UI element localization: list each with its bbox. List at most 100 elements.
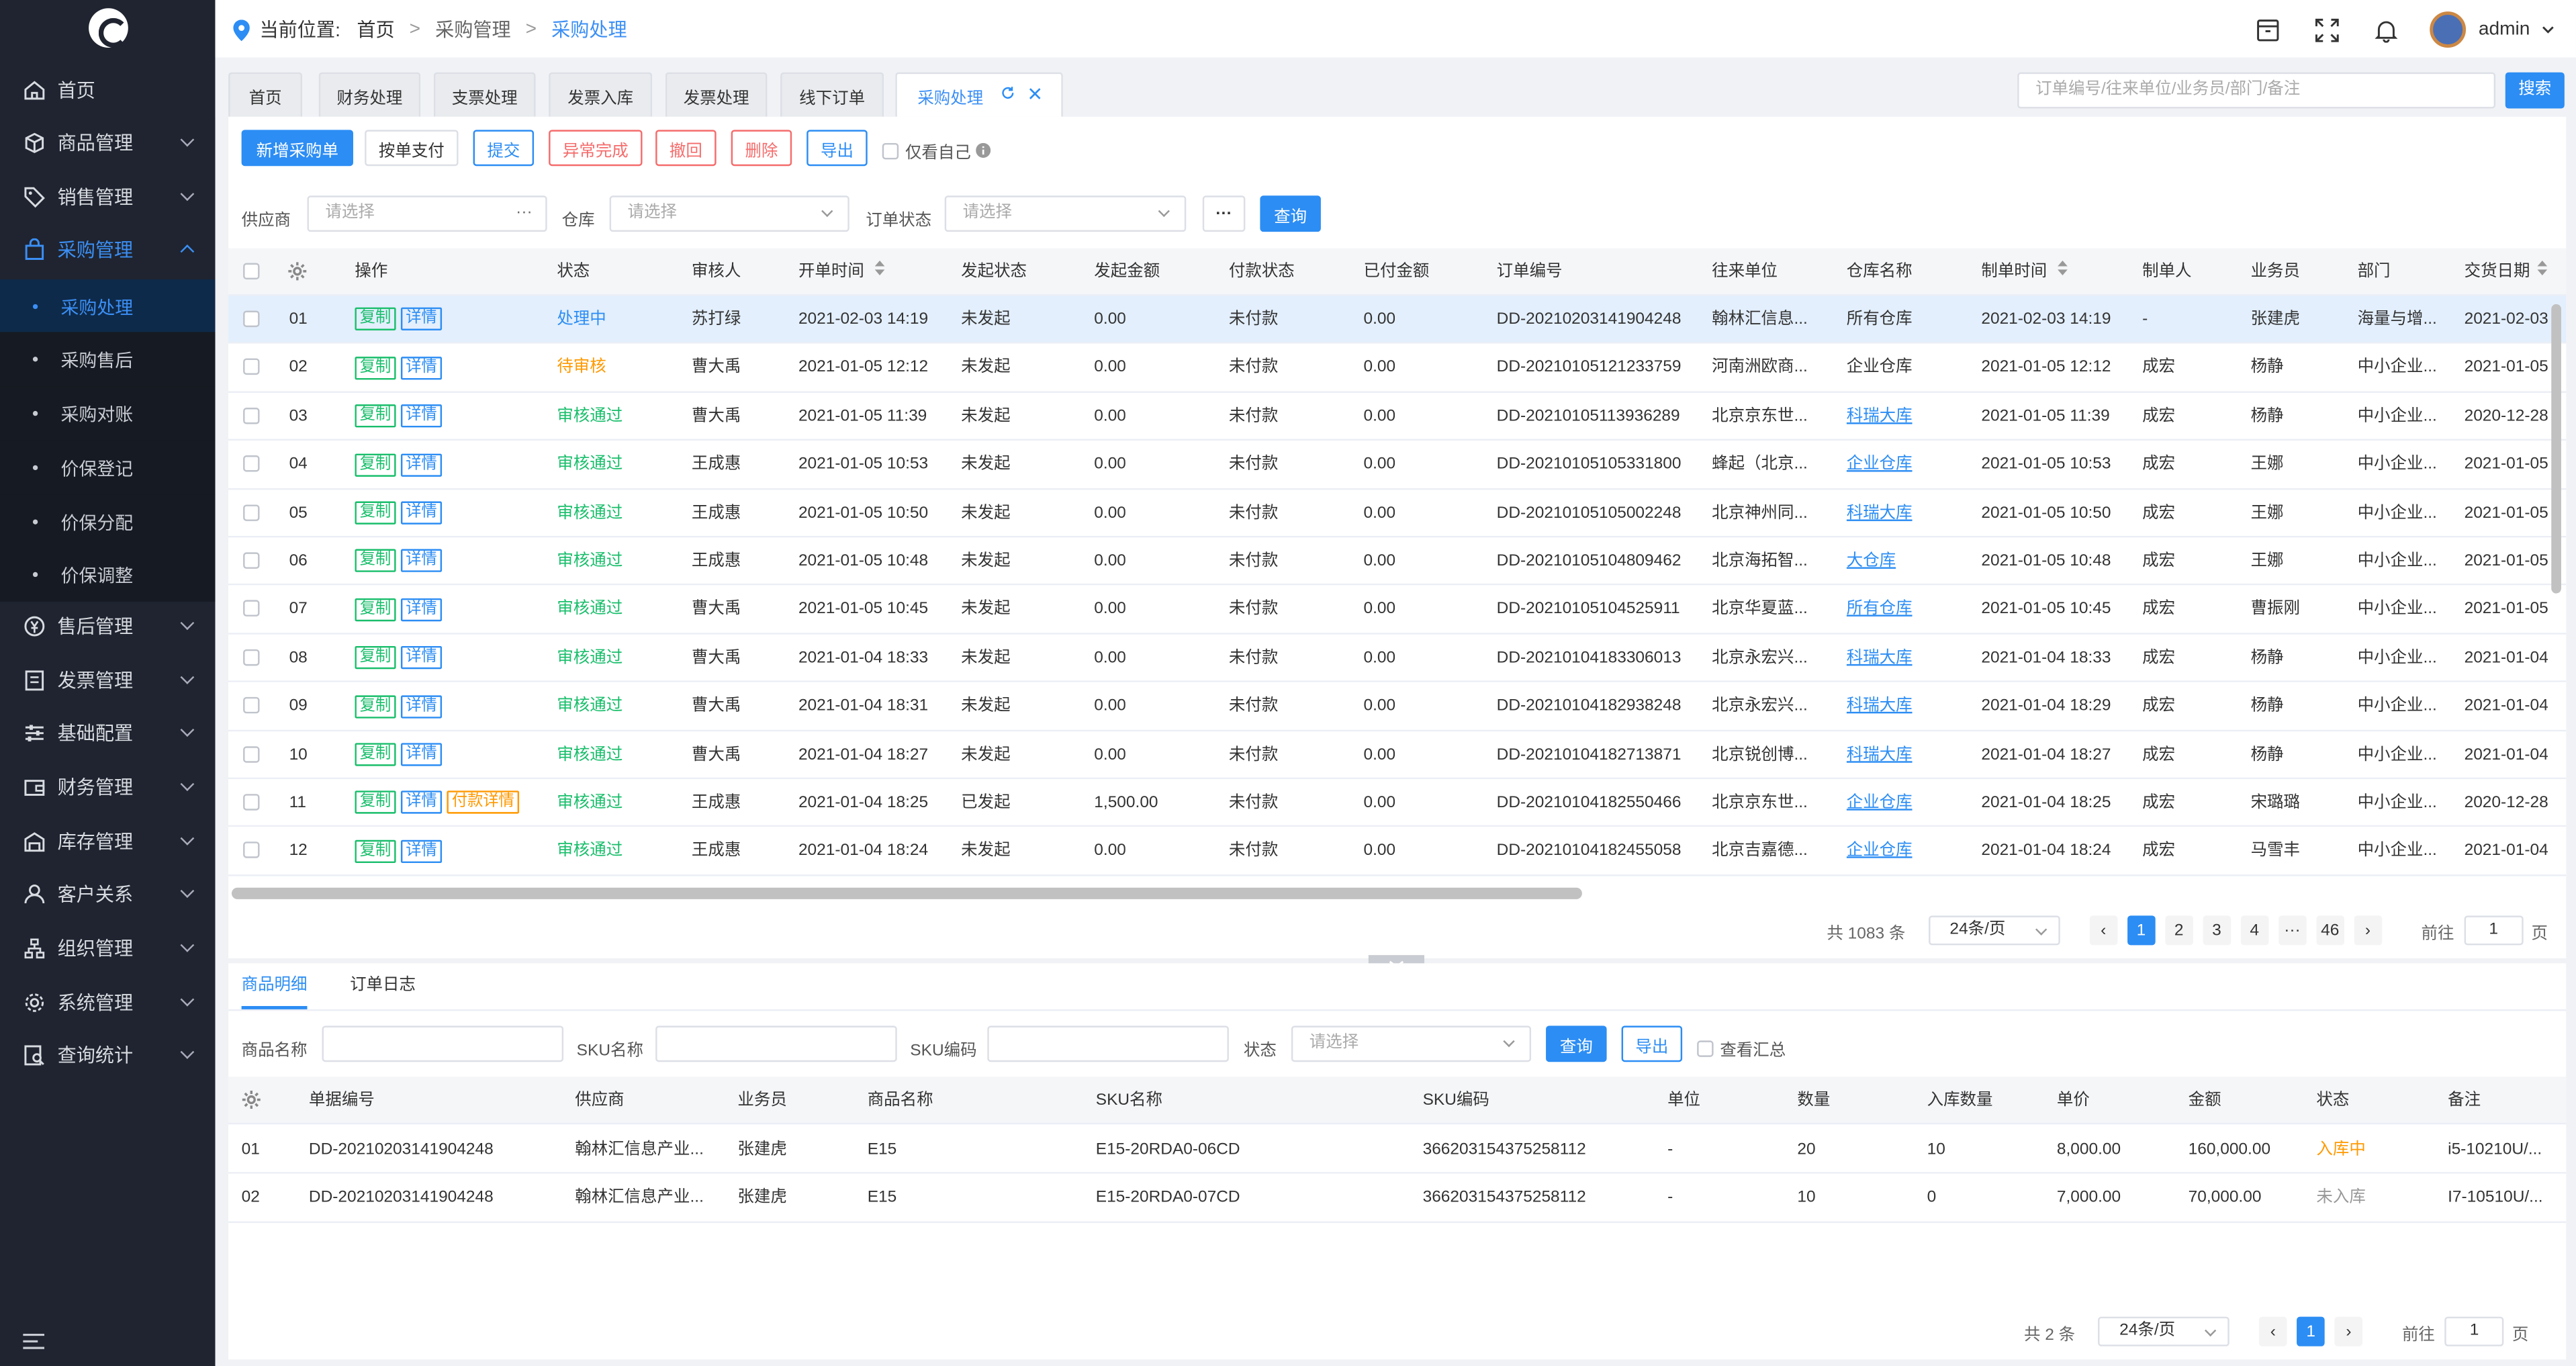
detail-button[interactable]: 详情: [400, 839, 443, 863]
row-checkbox[interactable]: [243, 455, 260, 472]
only-mine-checkbox[interactable]: [882, 142, 899, 159]
table-row[interactable]: 02 复制 详情 待审核 曹大禹 2021-01-05 12:12 未发起 0.00 未付款 0.…: [228, 344, 2567, 393]
page-button-5[interactable]: ···: [2278, 915, 2307, 946]
sidebar-item-11[interactable]: 组织管理: [0, 922, 215, 974]
avatar[interactable]: [2429, 11, 2466, 48]
cell-warehouse[interactable]: 科瑞大库: [1847, 489, 1913, 537]
row-checkbox[interactable]: [243, 745, 260, 762]
table-row[interactable]: 11 复制 详情 付款详情 审核通过 王成惠 2021-01-04 18:25 已发起 1,50…: [228, 779, 2567, 828]
detail-button[interactable]: 详情: [400, 356, 443, 379]
bell-icon[interactable]: [2370, 13, 2403, 46]
supplier-select[interactable]: 请选择 ···: [307, 195, 547, 232]
copy-button[interactable]: 复制: [355, 791, 396, 815]
row-checkbox[interactable]: [243, 407, 260, 424]
copy-button[interactable]: 复制: [355, 308, 396, 331]
abnormal-complete-button[interactable]: 异常完成: [549, 130, 643, 167]
sku-name-input[interactable]: [655, 1026, 897, 1062]
detail-prev-page-button[interactable]: ‹: [2259, 1316, 2287, 1347]
copy-button[interactable]: 复制: [355, 501, 396, 525]
sidebar-item-12[interactable]: 系统管理: [0, 976, 215, 1029]
page-tab-4[interactable]: 发票入库: [549, 72, 653, 117]
tab-product-detail[interactable]: 商品明细: [241, 963, 308, 1009]
sidebar-item-10[interactable]: 客户关系: [0, 868, 215, 920]
page-tab-1[interactable]: 首页: [228, 72, 303, 117]
table-row[interactable]: 03 复制 详情 审核通过 曹大禹 2021-01-05 11:39 未发起 0.00 未付款 0…: [228, 392, 2567, 441]
row-checkbox[interactable]: [243, 359, 260, 376]
detail-page-1[interactable]: 1: [2297, 1316, 2325, 1347]
new-purchase-button[interactable]: 新增采购单: [241, 130, 353, 167]
page-button-3[interactable]: 3: [2203, 915, 2231, 946]
detail-button[interactable]: 详情: [400, 404, 443, 428]
detail-button[interactable]: 详情: [400, 791, 443, 815]
global-search-input[interactable]: 订单编号/往来单位/业务员/部门/备注: [2017, 72, 2496, 109]
table-row[interactable]: 12 复制 详情 审核通过 王成惠 2021-01-04 18:24 未发起 0.00 未付款 0…: [228, 827, 2567, 876]
cell-warehouse[interactable]: 科瑞大库: [1847, 731, 1913, 778]
more-filters-button[interactable]: ···: [1202, 195, 1246, 232]
submenu-item-4[interactable]: 价保登记: [0, 440, 216, 495]
sidebar-item-5[interactable]: 售后管理: [0, 600, 215, 652]
order-status-select[interactable]: 请选择: [944, 195, 1187, 232]
cell-warehouse[interactable]: 科瑞大库: [1847, 682, 1913, 730]
column-header-open_time[interactable]: 开单时间: [798, 248, 864, 296]
cell-warehouse[interactable]: 科瑞大库: [1847, 393, 1913, 441]
copy-button[interactable]: 复制: [355, 356, 396, 379]
detail-button[interactable]: 详情: [400, 501, 443, 525]
cell-warehouse[interactable]: 企业仓库: [1847, 827, 1913, 875]
sidebar-item-7[interactable]: 基础配置: [0, 707, 215, 760]
goto-page-input[interactable]: 1: [2464, 915, 2524, 946]
close-icon[interactable]: [1015, 87, 1041, 105]
copy-button[interactable]: 复制: [355, 839, 396, 863]
logo[interactable]: [89, 8, 128, 48]
submenu-item-2[interactable]: 采购售后: [0, 332, 216, 387]
next-page-button[interactable]: ›: [2354, 915, 2382, 946]
fullscreen-icon[interactable]: [2311, 13, 2344, 46]
pay-detail-button[interactable]: 付款详情: [447, 791, 520, 815]
copy-button[interactable]: 复制: [355, 694, 396, 718]
detail-table-row[interactable]: 02 DD-20210203141904248 翰林汇信息产业... 张建虎 E15 E1…: [228, 1174, 2567, 1223]
chevron-down-icon[interactable]: [2540, 21, 2556, 38]
copy-button[interactable]: 复制: [355, 453, 396, 476]
query-button[interactable]: 查询: [1260, 195, 1321, 232]
row-checkbox[interactable]: [243, 794, 260, 811]
sidebar-item-13[interactable]: 查询统计: [0, 1029, 215, 1081]
row-checkbox[interactable]: [243, 649, 260, 666]
product-name-input[interactable]: [322, 1026, 564, 1062]
copy-button[interactable]: 复制: [355, 404, 396, 428]
summary-checkbox[interactable]: [1697, 1040, 1714, 1056]
sort-icon[interactable]: [2057, 248, 2068, 296]
gear-icon[interactable]: [242, 1090, 261, 1109]
crumb-purchase[interactable]: 采购管理: [435, 16, 511, 42]
table-row[interactable]: 09 复制 详情 审核通过 曹大禹 2021-01-04 18:31 未发起 0.00 未付款 0…: [228, 682, 2567, 731]
detail-button[interactable]: 详情: [400, 453, 443, 476]
vertical-scrollbar[interactable]: [2551, 304, 2561, 594]
detail-next-page-button[interactable]: ›: [2334, 1316, 2363, 1347]
sidebar-item-3[interactable]: 销售管理: [0, 171, 215, 224]
detail-button[interactable]: 详情: [400, 646, 443, 670]
copy-button[interactable]: 复制: [355, 598, 396, 621]
sidebar-item-1[interactable]: 首页: [0, 64, 215, 116]
gear-icon[interactable]: [287, 261, 307, 281]
global-search-button[interactable]: 搜索: [2505, 72, 2565, 109]
copy-button[interactable]: 复制: [355, 549, 396, 573]
submenu-item-6[interactable]: 价保调整: [0, 547, 216, 602]
cell-warehouse[interactable]: 所有仓库: [1847, 586, 1913, 633]
sidebar-item-9[interactable]: 库存管理: [0, 815, 215, 868]
detail-button[interactable]: 详情: [400, 549, 443, 573]
column-header-make_time[interactable]: 制单时间: [1981, 248, 2047, 296]
column-header-delivery[interactable]: 交货日期: [2465, 248, 2530, 296]
row-checkbox[interactable]: [243, 842, 260, 859]
table-row[interactable]: 10 复制 详情 审核通过 曹大禹 2021-01-04 18:27 未发起 0.00 未付款 0…: [228, 731, 2567, 780]
cell-warehouse[interactable]: 大仓库: [1847, 537, 1896, 585]
row-checkbox[interactable]: [243, 310, 260, 328]
page-tab-6[interactable]: 线下订单: [780, 72, 884, 117]
page-size-select[interactable]: 24条/页: [1928, 915, 2060, 946]
prev-page-button[interactable]: ‹: [2089, 915, 2117, 946]
sidebar-item-2[interactable]: 商品管理: [0, 117, 215, 169]
horizontal-scrollbar[interactable]: [231, 887, 1582, 899]
delete-button[interactable]: 删除: [731, 130, 792, 167]
copy-button[interactable]: 复制: [355, 646, 396, 670]
sidebar-item-8[interactable]: 财务管理: [0, 761, 215, 813]
table-row[interactable]: 04 复制 详情 审核通过 王成惠 2021-01-05 10:53 未发起 0.00 未付款 0…: [228, 441, 2567, 490]
detail-goto-page-input[interactable]: 1: [2444, 1316, 2504, 1347]
page-button-6[interactable]: 46: [2315, 915, 2344, 946]
